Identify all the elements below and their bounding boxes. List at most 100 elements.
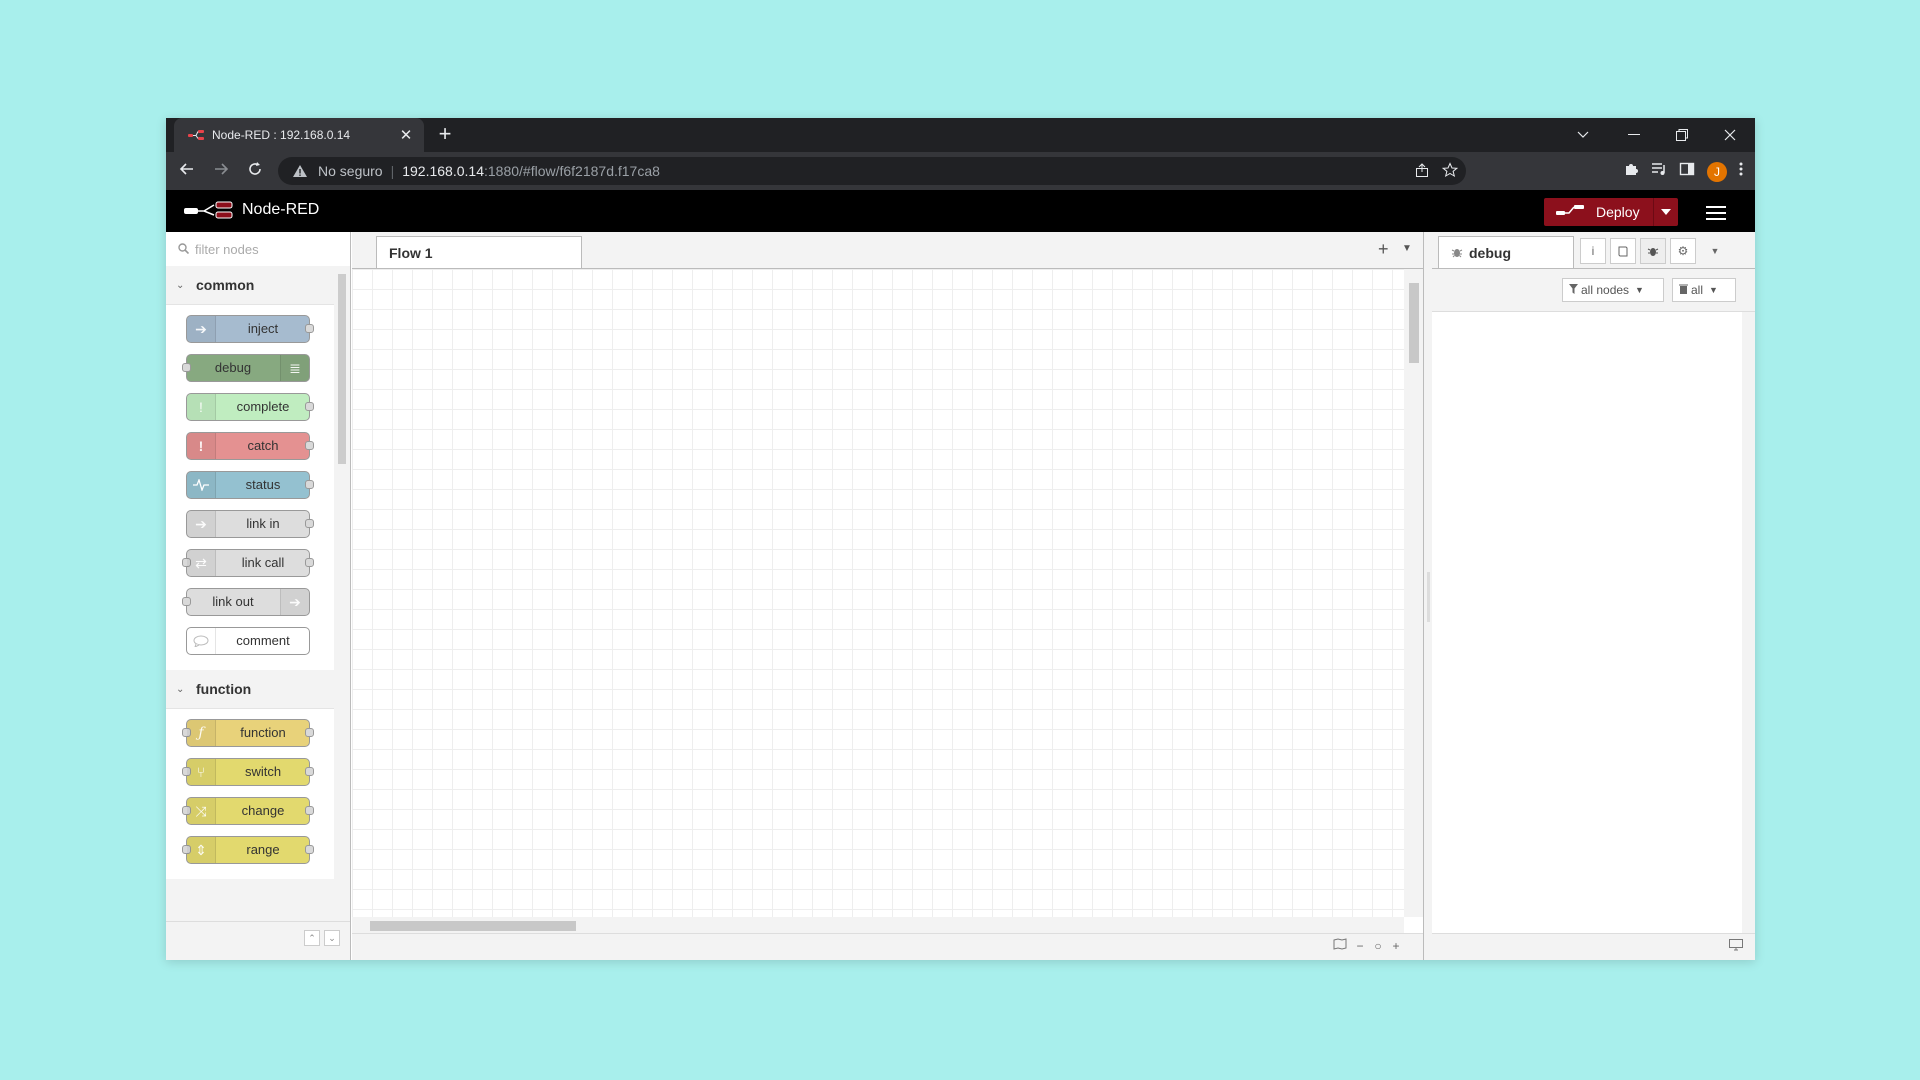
debug-toolbar: all nodes ▼ all ▼ <box>1432 269 1755 312</box>
palette-node-complete[interactable]: ! complete <box>186 393 314 421</box>
chevron-down-icon: ⌄ <box>176 279 185 291</box>
palette-scrollbar[interactable] <box>334 266 350 922</box>
pulse-icon <box>187 472 216 498</box>
expand-all-icon[interactable]: ⌄ <box>324 930 340 946</box>
reload-icon[interactable] <box>244 161 266 181</box>
main-menu-hamburger-icon[interactable] <box>1706 202 1726 224</box>
canvas-vertical-scrollbar[interactable] <box>1404 269 1423 917</box>
deploy-options-caret-icon[interactable] <box>1653 198 1678 226</box>
flow-list-caret-icon[interactable]: ▼ <box>1402 240 1412 258</box>
node-label: status <box>245 477 281 492</box>
node-label: catch <box>247 438 279 453</box>
restore-icon[interactable] <box>1676 118 1688 152</box>
category-header-function[interactable]: ⌄ function <box>166 670 334 709</box>
node-label: link in <box>246 516 280 531</box>
node-palette: filter nodes ⌄ common ➔ inject debug ≣ !… <box>166 232 351 960</box>
output-port <box>305 402 314 411</box>
sidebar-menu-caret-icon[interactable]: ▼ <box>1702 238 1728 264</box>
palette-node-link-out[interactable]: link out ➔ <box>182 588 310 616</box>
palette-node-change[interactable]: ⤨ change <box>182 797 314 825</box>
workspace-footer: − ○ + <box>352 933 1423 960</box>
bookmark-star-icon[interactable] <box>1441 162 1459 181</box>
tab-flow-1[interactable]: Flow 1 <box>376 236 582 268</box>
tab-debug[interactable]: debug <box>1438 236 1574 268</box>
caret-down-icon: ▼ <box>1635 285 1644 295</box>
node-red-logo: Node-RED <box>184 200 319 220</box>
palette-node-link-in[interactable]: ➔ link in <box>186 510 314 538</box>
palette-node-switch[interactable]: ⑂ switch <box>182 758 314 786</box>
browser-tab-strip: Node-RED : 192.168.0.14 ✕ + <box>166 118 1755 152</box>
url-host: 192.168.0.14 <box>402 163 484 179</box>
url-path: :1880/#flow/f6f2187d.f17ca8 <box>483 163 660 179</box>
canvas-vertical-scrollbar-thumb[interactable] <box>1409 283 1419 363</box>
debug-bug-icon[interactable] <box>1640 238 1666 264</box>
browser-tab-title: Node-RED : 192.168.0.14 <box>212 128 351 142</box>
navigator-map-icon[interactable] <box>1332 938 1348 954</box>
browser-menu-icon[interactable] <box>1739 161 1743 182</box>
comment-bubble-icon <box>187 628 216 654</box>
help-book-icon[interactable] <box>1610 238 1636 264</box>
info-icon[interactable]: i <box>1580 238 1606 264</box>
debug-scrollbar[interactable] <box>1742 312 1755 934</box>
zoom-reset-icon[interactable]: ○ <box>1370 938 1386 954</box>
deploy-button[interactable]: Deploy <box>1544 198 1678 226</box>
monitor-icon[interactable] <box>1729 939 1745 953</box>
exclamation-icon: ! <box>187 433 216 459</box>
security-label[interactable]: No seguro <box>318 163 383 179</box>
side-panel-icon[interactable] <box>1679 161 1695 182</box>
back-arrow-icon[interactable] <box>176 161 198 181</box>
palette-node-status[interactable]: status <box>186 471 314 499</box>
exclamation-icon: ! <box>187 394 216 420</box>
node-label: link out <box>212 594 254 609</box>
link-out-arrow-icon: ➔ <box>280 589 309 615</box>
palette-scroll-area: ⌄ common ➔ inject debug ≣ ! complete ! c… <box>166 266 334 922</box>
address-bar[interactable]: No seguro | 192.168.0.14:1880/#flow/f6f2… <box>278 157 1466 185</box>
palette-node-comment[interactable]: comment <box>186 627 310 655</box>
debug-messages-area[interactable] <box>1432 312 1742 934</box>
canvas-horizontal-scrollbar-thumb[interactable] <box>370 921 576 931</box>
share-icon[interactable] <box>1414 162 1430 181</box>
switch-branch-icon: ⑂ <box>187 759 216 785</box>
filter-nodes-input[interactable]: filter nodes <box>166 232 350 267</box>
palette-scrollbar-thumb[interactable] <box>338 274 346 464</box>
settings-gear-icon[interactable]: ⚙ <box>1670 238 1696 264</box>
minimize-icon[interactable] <box>1628 118 1640 152</box>
flow-workspace: Flow 1 + ▼ − ○ + <box>352 232 1423 960</box>
zoom-in-icon[interactable]: + <box>1388 938 1404 954</box>
debug-tab-label: debug <box>1469 244 1511 261</box>
clear-messages-dropdown[interactable]: all ▼ <box>1672 278 1736 302</box>
category-header-common[interactable]: ⌄ common <box>166 266 334 305</box>
splitter-grip[interactable] <box>1427 572 1430 622</box>
caret-down-icon: ▼ <box>1709 285 1718 295</box>
new-tab-button[interactable]: + <box>432 121 458 147</box>
flow-canvas-grid[interactable] <box>352 269 1404 917</box>
profile-avatar[interactable]: J <box>1707 161 1727 182</box>
category-body-function: ƒ function ⑂ switch ⤨ change ⇕ range <box>166 709 334 879</box>
filter-nodes-dropdown[interactable]: all nodes ▼ <box>1562 278 1664 302</box>
add-flow-plus-icon[interactable]: + <box>1378 240 1389 258</box>
close-window-icon[interactable] <box>1724 118 1736 152</box>
palette-node-catch[interactable]: ! catch <box>186 432 314 460</box>
node-red-favicon-icon <box>188 127 204 143</box>
palette-node-function[interactable]: ƒ function <box>182 719 314 747</box>
canvas-horizontal-scrollbar[interactable] <box>352 917 1404 934</box>
output-port <box>305 767 314 776</box>
extensions-puzzle-icon[interactable] <box>1623 161 1639 182</box>
output-port <box>305 558 314 567</box>
palette-node-debug[interactable]: debug ≣ <box>182 354 310 382</box>
palette-node-link-call[interactable]: ⇄ link call <box>182 549 314 577</box>
category-label: common <box>196 277 255 293</box>
trash-icon <box>1679 283 1688 297</box>
zoom-out-icon[interactable]: − <box>1352 938 1368 954</box>
palette-node-inject[interactable]: ➔ inject <box>186 315 314 343</box>
media-queue-icon[interactable] <box>1651 161 1667 182</box>
category-label: function <box>196 681 252 697</box>
tab-search-chevron-icon[interactable] <box>1577 118 1589 152</box>
node-label: switch <box>244 764 282 779</box>
palette-node-range[interactable]: ⇕ range <box>182 836 314 864</box>
browser-tab[interactable]: Node-RED : 192.168.0.14 ✕ <box>174 118 424 152</box>
close-tab-icon[interactable]: ✕ <box>394 126 418 144</box>
clear-label: all <box>1691 283 1704 297</box>
collapse-all-icon[interactable]: ⌃ <box>304 930 320 946</box>
forward-arrow-icon[interactable] <box>210 161 232 181</box>
